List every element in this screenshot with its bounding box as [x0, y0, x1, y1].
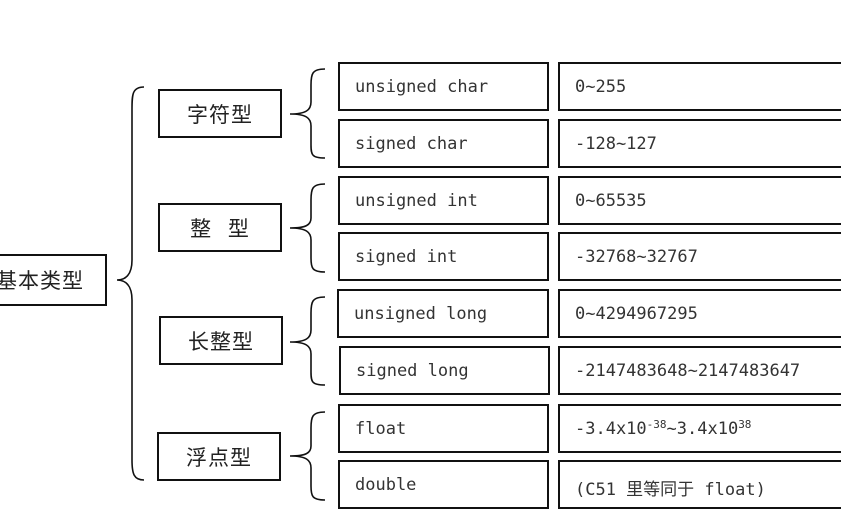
- type-name: signed char: [355, 133, 468, 154]
- root-brace: [116, 86, 145, 481]
- type-name-box: unsigned char: [338, 62, 549, 111]
- category-box-long: 长整型: [159, 316, 283, 365]
- type-name: float: [355, 418, 407, 439]
- type-name-box: double: [338, 460, 549, 509]
- category-label: 字符型: [187, 102, 253, 127]
- type-name: unsigned long: [354, 303, 488, 324]
- type-name-box: unsigned long: [337, 289, 549, 338]
- category-label: 长整型: [188, 329, 254, 354]
- range-value: (C51 里等同于 float): [575, 480, 766, 500]
- range-value: 0~65535: [575, 190, 647, 211]
- category-label: 浮点型: [186, 445, 252, 470]
- range-box: 0~4294967295: [558, 289, 841, 338]
- category-label: 整 型: [190, 216, 250, 241]
- type-name-box: float: [338, 404, 549, 453]
- type-name-box: signed char: [338, 119, 549, 168]
- brace-int: [289, 183, 326, 273]
- type-name-box: signed long: [339, 346, 550, 395]
- range-value: -3.4x10-38~3.4x1038: [575, 418, 752, 439]
- type-name: unsigned char: [355, 76, 489, 97]
- type-name: double: [355, 474, 417, 495]
- brace-char: [289, 68, 326, 159]
- type-name-box: signed int: [338, 232, 549, 281]
- type-name: unsigned int: [355, 190, 478, 211]
- range-box: 0~255: [558, 62, 841, 111]
- root-label: 基本类型: [0, 269, 84, 293]
- range-box: -32768~32767: [558, 232, 841, 281]
- brace-long: [289, 296, 326, 386]
- brace-float: [289, 411, 326, 501]
- range-box: -3.4x10-38~3.4x1038: [558, 404, 841, 453]
- range-box: 0~65535: [558, 176, 841, 225]
- range-value: 0~255: [575, 76, 627, 97]
- range-value: 0~4294967295: [575, 303, 698, 324]
- range-box: -2147483648~2147483647: [558, 346, 841, 395]
- range-value: -128~127: [575, 133, 657, 154]
- category-box-char: 字符型: [158, 89, 282, 138]
- range-value: -2147483648~2147483647: [575, 360, 801, 381]
- type-name-box: unsigned int: [338, 176, 549, 225]
- range-value: -32768~32767: [575, 246, 698, 267]
- category-box-int: 整 型: [158, 203, 282, 252]
- type-name: signed int: [355, 246, 458, 267]
- range-box: -128~127: [558, 119, 841, 168]
- type-name: signed long: [356, 360, 469, 381]
- category-box-float: 浮点型: [157, 432, 281, 481]
- range-box: (C51 里等同于 float): [558, 460, 841, 509]
- root-type-box: 基本类型: [0, 254, 107, 306]
